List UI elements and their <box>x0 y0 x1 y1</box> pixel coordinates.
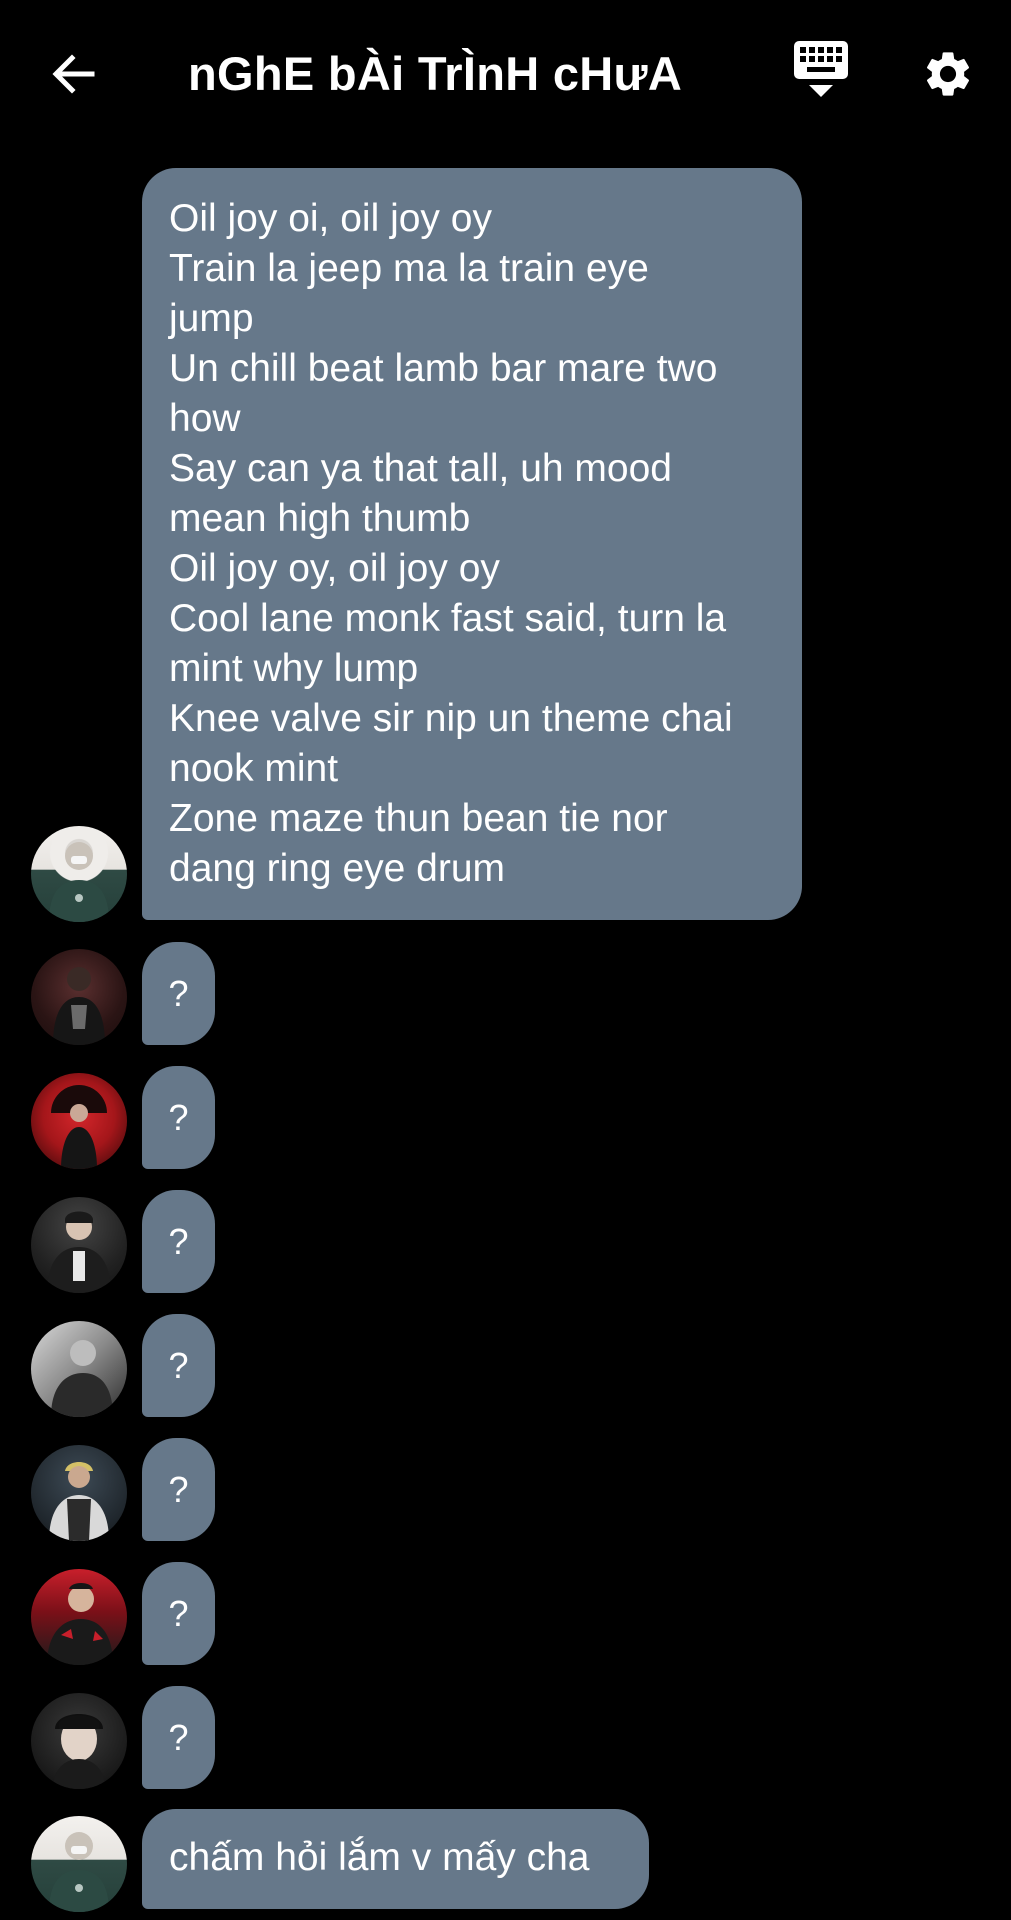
message-bubble[interactable]: ? <box>142 1562 215 1665</box>
person-silhouette-icon <box>53 1714 105 1789</box>
person-silhouette-icon <box>53 967 105 1045</box>
message-row: ? <box>0 1190 1011 1293</box>
chat-screen: nGhE bÀi TrÌnH cHưA Oil joy oi, oil joy … <box>0 0 1011 1920</box>
message-text: ? <box>168 972 189 1014</box>
message-row: Oil joy oi, oil joy oy Train la jeep ma … <box>0 168 1011 922</box>
message-bubble[interactable]: ? <box>142 1314 215 1417</box>
avatar[interactable] <box>31 1693 127 1789</box>
message-row: ? <box>0 1438 1011 1541</box>
gear-icon <box>926 52 970 96</box>
message-bubble[interactable]: chấm hỏi lắm v mấy cha <box>142 1809 649 1909</box>
message-row: ? <box>0 1562 1011 1665</box>
message-text: Oil joy oi, oil joy oy Train la jeep ma … <box>169 197 733 890</box>
keyboard-hide-icon <box>794 41 848 97</box>
message-text: chấm hỏi lắm v mấy cha <box>169 1836 590 1879</box>
back-button[interactable] <box>44 44 104 104</box>
message-text: ? <box>168 1592 189 1634</box>
message-row: ? <box>0 1314 1011 1417</box>
avatar[interactable] <box>31 1445 127 1541</box>
message-text: ? <box>168 1096 189 1138</box>
avatar[interactable] <box>31 949 127 1045</box>
avatar[interactable] <box>31 1197 127 1293</box>
message-text: ? <box>168 1716 189 1758</box>
avatar[interactable] <box>31 1816 127 1912</box>
person-silhouette-icon <box>51 1085 107 1169</box>
message-bubble[interactable]: ? <box>142 942 215 1045</box>
avatar[interactable] <box>31 1321 127 1417</box>
message-bubble[interactable]: ? <box>142 1438 215 1541</box>
avatar[interactable] <box>31 1569 127 1665</box>
message-row: ? <box>0 942 1011 1045</box>
person-silhouette-icon <box>51 1340 113 1417</box>
person-silhouette-icon <box>47 1211 111 1293</box>
chat-header: nGhE bÀi TrÌnH cHưA <box>0 0 1011 148</box>
message-bubble[interactable]: ? <box>142 1190 215 1293</box>
message-row: ? <box>0 1066 1011 1169</box>
message-text: ? <box>168 1220 189 1262</box>
message-row: chấm hỏi lắm v mấy cha <box>0 1809 1011 1912</box>
person-silhouette-icon <box>49 842 109 922</box>
arrow-left-icon <box>52 54 95 94</box>
avatar[interactable] <box>31 1073 127 1169</box>
message-text: ? <box>168 1344 189 1386</box>
chat-title: nGhE bÀi TrÌnH cHưA <box>188 47 683 100</box>
keyboard-toggle-button[interactable] <box>790 40 852 106</box>
message-bubble[interactable]: ? <box>142 1066 215 1169</box>
message-bubble[interactable]: Oil joy oi, oil joy oy Train la jeep ma … <box>142 168 802 920</box>
person-silhouette-icon <box>49 1462 109 1541</box>
person-silhouette-icon <box>49 1832 109 1912</box>
person-silhouette-icon <box>47 1583 113 1665</box>
message-text: ? <box>168 1468 189 1510</box>
message-bubble[interactable]: ? <box>142 1686 215 1789</box>
settings-button[interactable] <box>918 44 978 104</box>
message-row: ? <box>0 1686 1011 1789</box>
avatar[interactable] <box>31 826 127 922</box>
